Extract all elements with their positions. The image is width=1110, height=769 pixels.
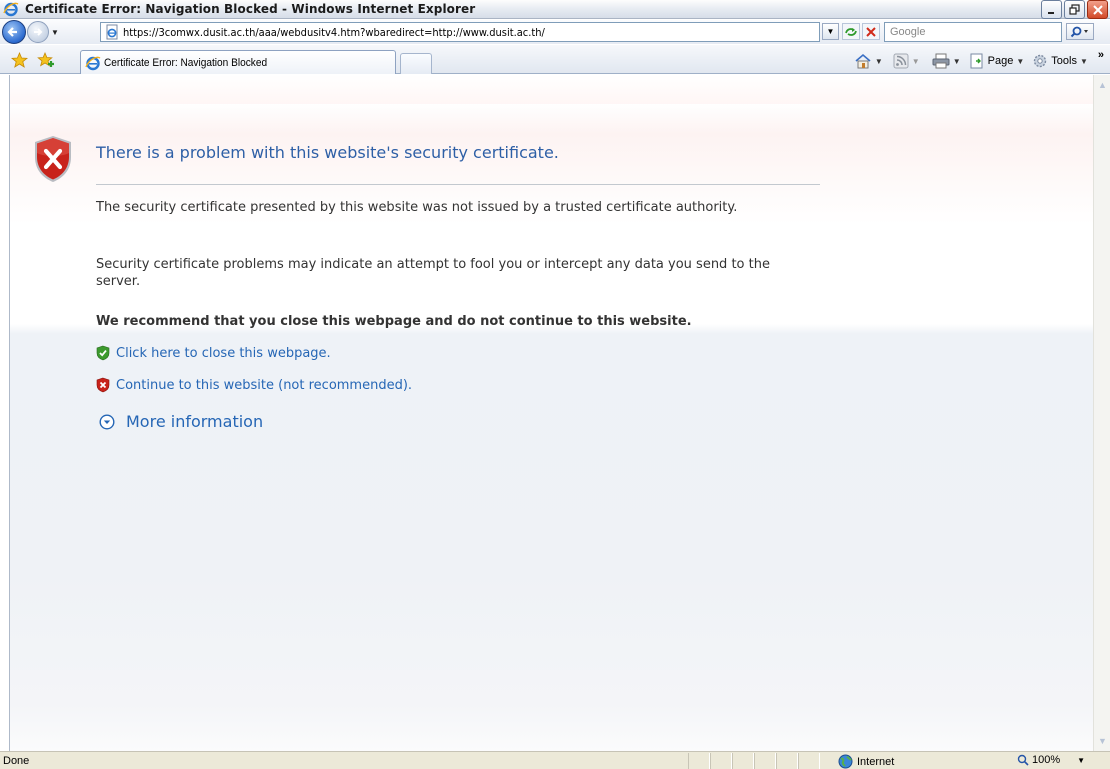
status-bar: Done Internet 100% ▼ bbox=[0, 751, 1110, 769]
page-title: There is a problem with this website's s… bbox=[96, 143, 559, 162]
chevron-overflow-icon[interactable]: » bbox=[1098, 49, 1104, 61]
close-webpage-label[interactable]: Click here to close this webpage. bbox=[116, 346, 331, 361]
print-button[interactable]: ▼ bbox=[932, 53, 961, 69]
home-button[interactable]: ▼ bbox=[854, 53, 883, 69]
printer-icon bbox=[932, 53, 950, 69]
minimize-button[interactable] bbox=[1041, 0, 1062, 19]
search-icon bbox=[1070, 26, 1088, 37]
stop-button[interactable] bbox=[862, 23, 880, 40]
zoom-level: 100% bbox=[1032, 754, 1061, 766]
chevron-down-circle-icon bbox=[99, 413, 115, 430]
vertical-scrollbar[interactable]: ▲ ▼ bbox=[1093, 75, 1110, 751]
security-warning-text: Security certificate problems may indica… bbox=[96, 257, 770, 289]
feeds-icon bbox=[893, 53, 909, 69]
page-menu-button[interactable]: Page ▼ bbox=[969, 53, 1024, 69]
scroll-down-button[interactable]: ▼ bbox=[1095, 733, 1110, 749]
address-field[interactable]: https://3comwx.dusit.ac.th/aaa/webdusitv… bbox=[100, 22, 820, 42]
tab-label: Certificate Error: Navigation Blocked bbox=[104, 56, 268, 69]
close-webpage-link[interactable]: Click here to close this webpage. bbox=[96, 345, 331, 361]
refresh-icon bbox=[845, 27, 857, 36]
back-arrow-icon bbox=[7, 27, 17, 37]
certificate-not-trusted-text: The security certificate presented by th… bbox=[96, 200, 738, 215]
feeds-button[interactable]: ▼ bbox=[893, 53, 920, 69]
address-url: https://3comwx.dusit.ac.th/aaa/webdusitv… bbox=[123, 25, 545, 39]
continue-to-website-label[interactable]: Continue to this website (not recommende… bbox=[116, 378, 412, 393]
gear-icon bbox=[1034, 54, 1047, 68]
security-zone[interactable]: Internet bbox=[838, 754, 894, 769]
forward-button[interactable] bbox=[27, 21, 49, 43]
zone-label: Internet bbox=[857, 755, 895, 768]
restore-button[interactable] bbox=[1064, 0, 1085, 19]
history-dropdown-button[interactable]: ▼ bbox=[49, 22, 61, 42]
tools-menu-button[interactable]: Tools ▼ bbox=[1032, 53, 1088, 69]
address-dropdown-button[interactable]: ▼ bbox=[822, 23, 839, 40]
close-window-button[interactable] bbox=[1087, 0, 1108, 19]
zoom-dropdown-icon[interactable]: ▼ bbox=[1077, 756, 1085, 765]
command-bar: ▼ ▼ ▼ Page ▼ Tools ▼ » bbox=[854, 49, 1104, 71]
home-icon bbox=[855, 53, 871, 69]
more-information-label[interactable]: More information bbox=[126, 412, 263, 431]
red-shield-x-icon bbox=[96, 377, 110, 393]
stop-icon bbox=[866, 26, 876, 37]
favorites-star-icon[interactable] bbox=[10, 51, 28, 69]
forward-arrow-icon bbox=[34, 28, 43, 36]
tab-bar: Certificate Error: Navigation Blocked ▼ … bbox=[0, 45, 1110, 74]
title-bar: Certificate Error: Navigation Blocked - … bbox=[0, 0, 1110, 19]
new-tab-button[interactable] bbox=[400, 53, 432, 74]
zoom-icon bbox=[1017, 754, 1029, 766]
recommendation-text: We recommend that you close this webpage… bbox=[96, 314, 692, 329]
window-title: Certificate Error: Navigation Blocked - … bbox=[25, 2, 476, 16]
close-icon bbox=[1092, 4, 1103, 15]
continue-to-website-link[interactable]: Continue to this website (not recommende… bbox=[96, 377, 412, 393]
internet-explorer-icon bbox=[3, 2, 19, 17]
search-input[interactable]: Google bbox=[884, 22, 1062, 42]
page-icon bbox=[106, 24, 118, 40]
green-shield-check-icon bbox=[96, 345, 110, 361]
add-favorites-icon[interactable] bbox=[37, 51, 55, 69]
page-icon bbox=[970, 53, 983, 69]
divider bbox=[96, 184, 820, 185]
minimize-icon bbox=[1047, 11, 1054, 14]
restore-icon bbox=[1069, 4, 1080, 15]
back-button[interactable] bbox=[2, 20, 26, 44]
zoom-control[interactable]: 100% ▼ bbox=[1017, 754, 1085, 766]
search-button[interactable] bbox=[1066, 23, 1094, 40]
page-menu-label: Page bbox=[987, 55, 1014, 67]
refresh-button[interactable] bbox=[842, 23, 860, 40]
status-text: Done bbox=[3, 755, 30, 767]
internet-explorer-icon bbox=[85, 56, 101, 70]
tab-certificate-error[interactable]: Certificate Error: Navigation Blocked bbox=[80, 50, 396, 74]
globe-icon bbox=[838, 754, 853, 769]
content-area-top bbox=[9, 75, 1093, 105]
more-information-toggle[interactable]: More information bbox=[99, 412, 263, 431]
status-panels bbox=[688, 753, 820, 769]
tools-menu-label: Tools bbox=[1051, 55, 1077, 67]
address-toolbar: ▼ https://3comwx.dusit.ac.th/aaa/webdusi… bbox=[0, 20, 1110, 44]
shield-error-icon bbox=[35, 136, 71, 182]
scroll-up-button[interactable]: ▲ bbox=[1095, 77, 1110, 93]
